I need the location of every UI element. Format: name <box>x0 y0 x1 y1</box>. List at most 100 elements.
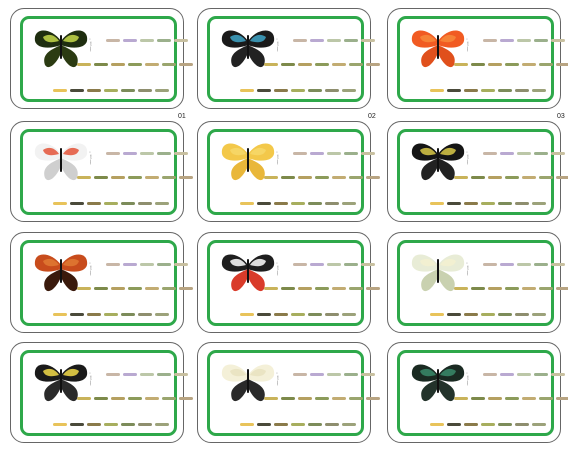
card-frame: © 2017 zoom <box>397 129 568 215</box>
lifecycle-thumb-icon <box>106 152 120 155</box>
lifecycle-row-2 <box>77 176 193 179</box>
lifecycle-thumb-icon <box>291 89 305 92</box>
lifecycle-thumb-icon <box>179 176 193 179</box>
lifecycle-thumb-icon <box>70 202 84 205</box>
lifecycle-thumb-icon <box>121 202 135 205</box>
lifecycle-thumb-icon <box>257 313 271 316</box>
lifecycle-thumb-icon <box>483 152 497 155</box>
lifecycle-thumb-icon <box>556 63 568 66</box>
lifecycle-thumb-icon <box>349 287 363 290</box>
lifecycle-thumb-icon <box>298 287 312 290</box>
lifecycle-thumb-icon <box>94 397 108 400</box>
lifecycle-thumb-icon <box>517 263 531 266</box>
lifecycle-thumb-icon <box>361 373 375 376</box>
lifecycle-thumb-icon <box>281 176 295 179</box>
lifecycle-thumb-icon <box>534 263 548 266</box>
lifecycle-thumb-icon <box>291 313 305 316</box>
lifecycle-thumb-icon <box>298 397 312 400</box>
lifecycle-row-1 <box>293 152 375 155</box>
lifecycle-thumb-icon <box>488 63 502 66</box>
lifecycle-thumb-icon <box>240 313 254 316</box>
lifecycle-thumb-icon <box>140 263 154 266</box>
lifecycle-thumb-icon <box>162 397 176 400</box>
lifecycle-thumb-icon <box>293 373 307 376</box>
lifecycle-thumb-icon <box>344 152 358 155</box>
lifecycle-thumb-icon <box>522 63 536 66</box>
lifecycle-thumb-icon <box>274 423 288 426</box>
lifecycle-thumb-icon <box>515 89 529 92</box>
lifecycle-thumb-icon <box>505 63 519 66</box>
lifecycle-thumb-icon <box>257 89 271 92</box>
lifecycle-thumb-icon <box>481 202 495 205</box>
lifecycle-thumb-icon <box>361 39 375 42</box>
lifecycle-thumb-icon <box>308 202 322 205</box>
lifecycle-thumb-icon <box>532 202 546 205</box>
butterfly-card: © 2017 zoom <box>10 8 193 109</box>
lifecycle-thumb-icon <box>366 176 380 179</box>
card-frame: © 2017 zoom <box>397 240 568 326</box>
page-number: 03 <box>557 113 565 120</box>
lifecycle-thumb-icon <box>551 373 565 376</box>
lifecycle-thumb-icon <box>140 373 154 376</box>
lifecycle-row-1 <box>483 152 565 155</box>
lifecycle-thumb-icon <box>430 89 444 92</box>
lifecycle-thumb-icon <box>155 423 169 426</box>
lifecycle-thumb-icon <box>77 287 91 290</box>
lifecycle-thumb-icon <box>106 263 120 266</box>
lifecycle-thumb-icon <box>315 63 329 66</box>
lifecycle-thumb-icon <box>240 89 254 92</box>
lifecycle-thumb-icon <box>281 397 295 400</box>
lifecycle-thumb-icon <box>128 63 142 66</box>
lifecycle-thumb-icon <box>447 202 461 205</box>
lifecycle-thumb-icon <box>155 313 169 316</box>
lifecycle-thumb-icon <box>551 152 565 155</box>
lifecycle-thumb-icon <box>556 176 568 179</box>
lifecycle-row-3 <box>240 202 356 205</box>
lifecycle-thumb-icon <box>111 287 125 290</box>
lifecycle-thumb-icon <box>157 373 171 376</box>
lifecycle-row-2 <box>264 176 380 179</box>
lifecycle-thumb-icon <box>488 287 502 290</box>
page-number: 01 <box>178 113 186 120</box>
lifecycle-row-3 <box>430 202 546 205</box>
card-frame: © 2017 zoom <box>20 129 193 215</box>
lifecycle-thumb-icon <box>539 176 553 179</box>
lifecycle-thumb-icon <box>315 287 329 290</box>
lifecycle-thumb-icon <box>517 152 531 155</box>
lifecycle-thumb-icon <box>464 202 478 205</box>
lifecycle-thumb-icon <box>454 176 468 179</box>
lifecycle-thumb-icon <box>447 313 461 316</box>
lifecycle-thumb-icon <box>106 39 120 42</box>
lifecycle-thumb-icon <box>454 397 468 400</box>
page-number: 02 <box>368 113 376 120</box>
lifecycle-row-2 <box>77 397 193 400</box>
lifecycle-row-1 <box>483 263 565 266</box>
lifecycle-thumb-icon <box>481 423 495 426</box>
lifecycle-thumb-icon <box>121 313 135 316</box>
lifecycle-thumb-icon <box>104 89 118 92</box>
lifecycle-thumb-icon <box>430 313 444 316</box>
lifecycle-thumb-icon <box>366 397 380 400</box>
lifecycle-thumb-icon <box>517 373 531 376</box>
lifecycle-thumb-icon <box>310 263 324 266</box>
lifecycle-thumb-icon <box>342 313 356 316</box>
lifecycle-thumb-icon <box>111 397 125 400</box>
lifecycle-thumb-icon <box>104 423 118 426</box>
lifecycle-thumb-icon <box>140 152 154 155</box>
lifecycle-thumb-icon <box>361 263 375 266</box>
lifecycle-thumb-icon <box>138 313 152 316</box>
lifecycle-thumb-icon <box>498 202 512 205</box>
lifecycle-thumb-icon <box>315 397 329 400</box>
card-frame: © 2017 zoom <box>207 350 380 436</box>
lifecycle-thumb-icon <box>483 373 497 376</box>
lifecycle-thumb-icon <box>327 39 341 42</box>
lifecycle-thumb-icon <box>128 176 142 179</box>
lifecycle-row-1 <box>293 39 375 42</box>
lifecycle-thumb-icon <box>274 313 288 316</box>
lifecycle-thumb-icon <box>121 89 135 92</box>
lifecycle-thumb-icon <box>454 63 468 66</box>
lifecycle-thumb-icon <box>332 63 346 66</box>
lifecycle-thumb-icon <box>145 397 159 400</box>
lifecycle-row-2 <box>264 287 380 290</box>
lifecycle-row-2 <box>264 63 380 66</box>
